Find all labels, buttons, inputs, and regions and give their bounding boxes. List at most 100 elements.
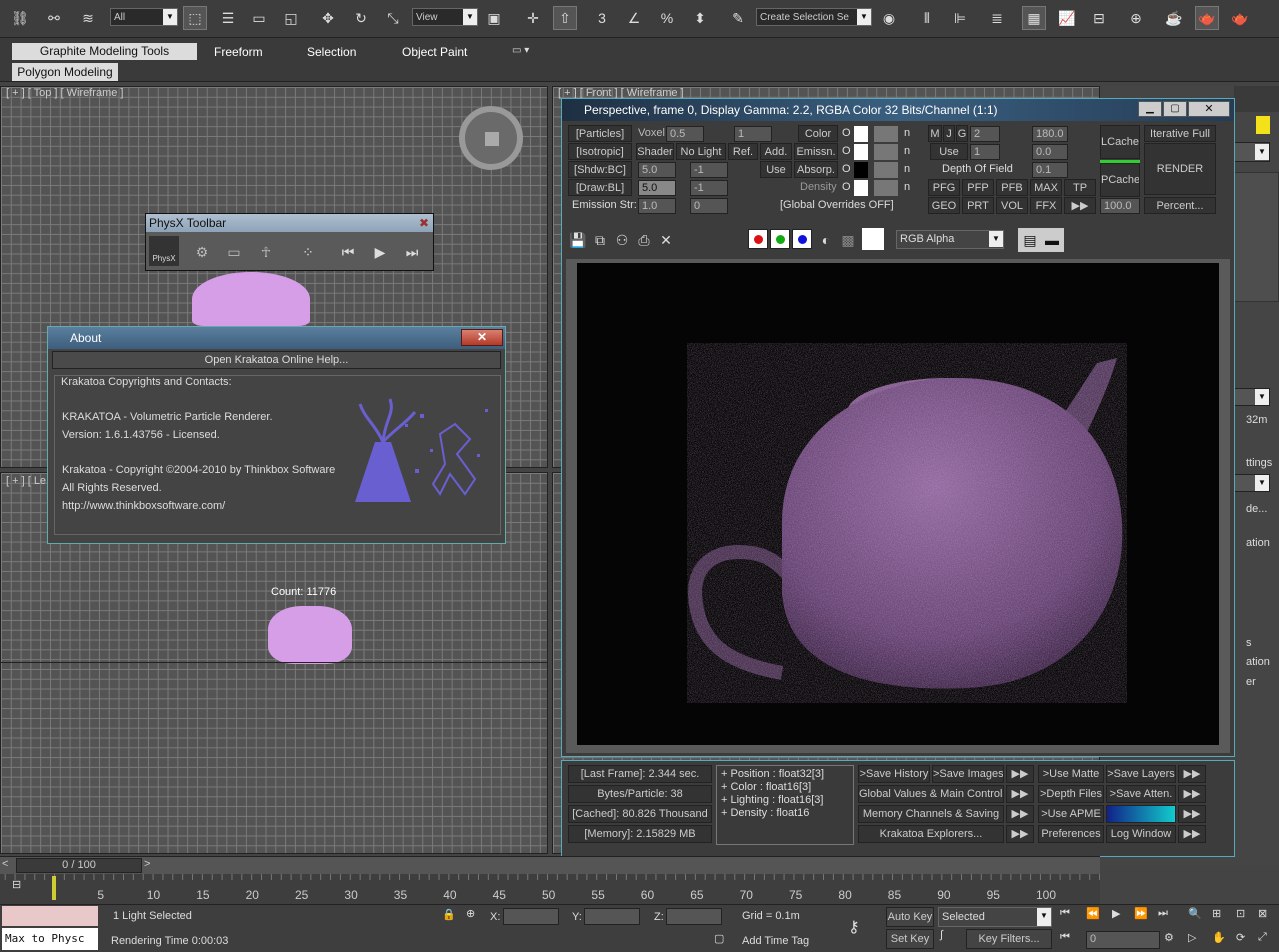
maximize-button[interactable]: ▢ — [1163, 101, 1187, 117]
draw-field[interactable]: 5.0 — [638, 180, 676, 196]
iterative-button[interactable]: Iterative Full — [1144, 125, 1216, 142]
vol-button[interactable]: VOL — [996, 197, 1028, 214]
cp-color-swatch[interactable] — [1256, 116, 1270, 134]
cp-tab-strip[interactable] — [1234, 86, 1279, 112]
dof-field-2[interactable]: 0.0 — [1032, 144, 1068, 160]
material-editor-icon[interactable]: ⊕ — [1124, 6, 1148, 30]
absorption-o[interactable]: O — [842, 163, 851, 175]
zoom-icon[interactable]: 🔍 — [1188, 907, 1206, 925]
cp-text-5[interactable]: s — [1246, 637, 1252, 649]
render-setup-icon[interactable]: ☕ — [1162, 6, 1186, 30]
emission-strength-field[interactable]: 1.0 — [638, 198, 676, 214]
minimize-button[interactable]: ▁ — [1138, 101, 1162, 117]
m-button[interactable]: M — [928, 125, 942, 142]
absorption-swatch[interactable] — [854, 162, 868, 178]
draw-button[interactable]: [Draw:BL] — [568, 179, 632, 196]
physx-explorer-icon[interactable]: ⁘ — [296, 240, 320, 264]
physx-logo-icon[interactable]: PhysX — [149, 236, 179, 266]
tab-object-paint[interactable]: Object Paint — [402, 45, 467, 59]
toggle-overlay-icon[interactable]: ▬ — [1040, 228, 1064, 252]
dof-use-button[interactable]: Use — [930, 143, 968, 160]
tab-selection[interactable]: Selection — [307, 45, 356, 59]
expand-1-icon[interactable]: ▶▶ — [1006, 765, 1034, 783]
save-images-button[interactable]: >Save Images — [932, 765, 1004, 783]
default-tangent-icon[interactable]: ∫ — [940, 929, 962, 949]
schematic-view-icon[interactable]: ⊟ — [1087, 6, 1111, 30]
time-slider-thumb[interactable]: 0 / 100 — [16, 858, 142, 873]
expand-5-icon[interactable]: ▶▶ — [1006, 805, 1034, 823]
add-button[interactable]: Add. — [760, 143, 792, 160]
memory-channels-button[interactable]: Memory Channels & Saving — [858, 805, 1004, 823]
particles-button[interactable]: [Particles] — [568, 125, 632, 142]
link-icon[interactable]: ⛓ — [8, 6, 32, 30]
scale-icon[interactable]: ⤡ — [381, 6, 405, 30]
cp-text-4[interactable]: ation — [1246, 537, 1270, 549]
percent-field[interactable]: 100.0 — [1100, 198, 1140, 214]
percent-button[interactable]: Percent... — [1144, 197, 1216, 214]
color-o[interactable]: O — [842, 127, 851, 139]
go-end-icon[interactable]: ⏭ — [1158, 907, 1176, 925]
depth-files-button[interactable]: >Depth Files — [1038, 785, 1104, 803]
selection-filter-dropdown[interactable]: All ▼ — [110, 8, 178, 26]
time-slider[interactable]: < 0 / 100 > — [0, 856, 1100, 874]
move-icon[interactable]: ✥ — [316, 6, 340, 30]
draw-filter-field[interactable]: -1 — [690, 180, 728, 196]
color-swatch[interactable] — [854, 126, 868, 142]
density-o[interactable]: O — [842, 181, 851, 193]
website-link[interactable]: http://www.thinkboxsoftware.com/ — [62, 500, 225, 512]
select-object-icon[interactable]: ⬚ — [183, 6, 207, 30]
next-frame-icon[interactable]: ⏩ — [1134, 907, 1152, 925]
cp-text-7[interactable]: er — [1246, 676, 1256, 688]
percent-snap-icon[interactable]: % — [655, 6, 679, 30]
pfp-button[interactable]: PFP — [962, 179, 994, 196]
shadow-button[interactable]: [Shdw:BC] — [568, 161, 632, 178]
density-swatch[interactable] — [854, 180, 868, 196]
top-viewport-label[interactable]: [ + ] [ Top ] [ Wireframe ] — [6, 87, 123, 99]
use-apme-button[interactable]: >Use APME — [1038, 805, 1104, 823]
set-key-button[interactable]: Set Key — [886, 929, 934, 949]
pivot-icon[interactable]: ▣ — [482, 6, 506, 30]
prev-frame-icon[interactable]: ⏪ — [1086, 907, 1104, 925]
key-mode-dropdown[interactable]: Selected ▼ — [938, 907, 1052, 927]
physx-play-icon[interactable]: ▶ — [368, 240, 392, 264]
angle-snap-icon[interactable]: ∠ — [622, 6, 646, 30]
ribbon-options-icon[interactable]: ▭ ▾ — [512, 45, 538, 57]
time-tag-icon[interactable]: ▢ — [714, 932, 732, 950]
nolight-button[interactable]: No Light — [676, 143, 726, 160]
unlink-icon[interactable]: ⚯ — [42, 6, 66, 30]
set-key-icon[interactable]: ⚷ — [848, 917, 874, 939]
open-help-button[interactable]: Open Krakatoa Online Help... — [52, 351, 501, 369]
use-matte-button[interactable]: >Use Matte — [1038, 765, 1104, 783]
density-map-swatch[interactable] — [874, 180, 898, 196]
absorption-map-swatch[interactable] — [874, 162, 898, 178]
physx-close-icon[interactable]: ✖ — [419, 214, 429, 232]
lcache-button[interactable]: LCache — [1100, 125, 1140, 159]
zoom-extents-all-icon[interactable]: ⊠ — [1258, 907, 1276, 925]
geo-button[interactable]: GEO — [928, 197, 960, 214]
blue-channel-icon[interactable] — [792, 229, 812, 249]
ffx-more-icon[interactable]: ▶▶ — [1064, 197, 1096, 214]
channel-list[interactable]: + Position : float32[3] + Color : float1… — [716, 765, 854, 845]
pcache-button[interactable]: PCache — [1100, 163, 1140, 197]
clone-window-icon[interactable]: ⚇ — [610, 228, 634, 252]
save-layers-button[interactable]: >Save Layers — [1106, 765, 1176, 783]
emission-button[interactable]: Emissn. — [794, 143, 838, 160]
color-map-swatch[interactable] — [874, 126, 898, 142]
graphite-toggle-icon[interactable]: ▦ — [1022, 6, 1046, 30]
slate-icon[interactable]: ◉ — [877, 6, 901, 30]
edit-named-sel-icon[interactable]: ✎ — [726, 6, 750, 30]
save-history-button[interactable]: >Save History — [858, 765, 930, 783]
global-overrides-label[interactable]: [Global Overrides OFF] — [780, 199, 894, 211]
abs-mode-icon[interactable]: ⊕ — [466, 907, 484, 925]
play-icon[interactable]: ▶ — [1112, 907, 1130, 925]
physx-rewind-icon[interactable]: ⏮ — [336, 240, 360, 264]
maxscript-listener[interactable] — [2, 906, 98, 926]
select-by-name-icon[interactable]: ☰ — [216, 6, 240, 30]
emission-o[interactable]: O — [842, 145, 851, 157]
shader-button[interactable]: Shader — [636, 143, 674, 160]
time-config-icon[interactable]: ⚙ — [1164, 931, 1182, 949]
bind-spacewarp-icon[interactable]: ≋ — [76, 6, 100, 30]
keyboard-shortcut-icon[interactable]: ⇧ — [553, 6, 577, 30]
density-n[interactable]: n — [904, 181, 910, 193]
save-image-icon[interactable]: 💾 — [566, 228, 590, 252]
